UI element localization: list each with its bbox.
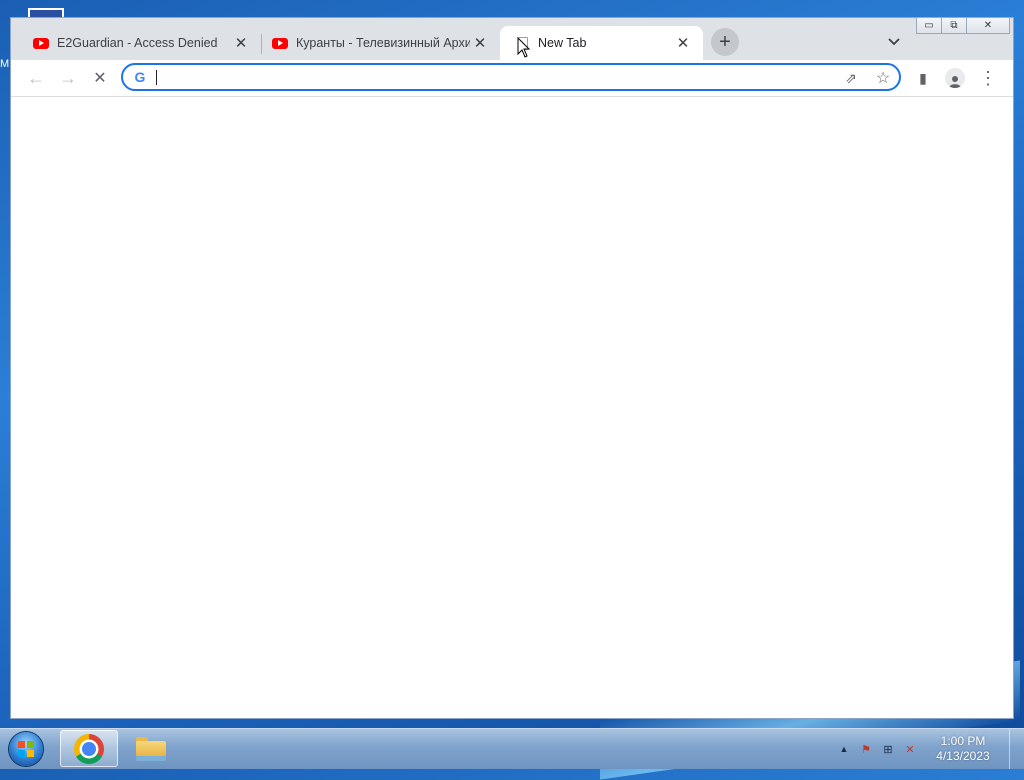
show-hidden-icons-icon[interactable]: ▲ — [833, 738, 855, 760]
taskbar: ▲ ⚑ ⊞ ✕ 1:00 PM 4/13/2023 — [0, 728, 1024, 769]
tab-e2guardian[interactable]: E2Guardian - Access Denied ✕ — [11, 26, 261, 60]
new-tab-button[interactable]: + — [711, 28, 739, 56]
profile-button[interactable] — [941, 64, 969, 92]
back-button[interactable]: ← — [22, 64, 50, 92]
chrome-icon — [74, 733, 104, 764]
side-panel-icon[interactable]: ▮ — [909, 64, 937, 92]
bookmark-star-icon[interactable]: ☆ — [873, 68, 893, 88]
tab-title: New Tab — [538, 36, 587, 50]
clock-date: 4/13/2023 — [936, 749, 990, 763]
kebab-menu-icon[interactable]: ⋮ — [974, 64, 1002, 92]
tab-close-icon[interactable]: ✕ — [231, 33, 251, 53]
mouse-cursor-icon — [517, 37, 531, 58]
forward-button[interactable]: → — [54, 64, 82, 92]
address-bar[interactable]: G ⇗ ☆ — [121, 63, 901, 91]
start-button[interactable] — [4, 730, 48, 768]
youtube-icon — [272, 37, 288, 49]
address-input[interactable] — [159, 68, 823, 88]
tab-title: E2Guardian - Access Denied — [57, 36, 218, 50]
tab-close-icon[interactable]: ✕ — [470, 33, 490, 53]
chevron-down-icon[interactable] — [885, 33, 903, 51]
volume-muted-icon[interactable]: ✕ — [899, 738, 921, 760]
text-caret — [156, 70, 157, 85]
window-controls: ▭ ⧉ ✕ — [916, 17, 1010, 35]
clock-time: 1:00 PM — [940, 734, 986, 748]
tab-close-icon[interactable]: ✕ — [673, 33, 693, 53]
taskbar-chrome[interactable] — [60, 730, 118, 767]
minimize-button[interactable]: ▭ — [916, 17, 942, 34]
show-desktop-button[interactable] — [1009, 729, 1024, 769]
profile-avatar-icon — [945, 68, 965, 88]
browser-window: E2Guardian - Access Denied ✕ Куранты - Т… — [11, 17, 1013, 718]
stop-loading-button[interactable]: ✕ — [86, 64, 114, 92]
folder-icon — [136, 736, 166, 761]
share-icon[interactable]: ⇗ — [841, 68, 861, 88]
windows-logo-icon — [9, 732, 43, 766]
tab-strip: E2Guardian - Access Denied ✕ Куранты - Т… — [11, 17, 1013, 60]
clock[interactable]: 1:00 PM 4/13/2023 — [921, 734, 1005, 764]
tab-title: Куранты - Телевизинный Архив — [296, 36, 470, 50]
taskbar-explorer[interactable] — [122, 730, 180, 767]
action-center-flag-icon[interactable]: ⚑ — [855, 738, 877, 760]
google-g-icon: G — [134, 69, 146, 85]
youtube-icon — [33, 37, 49, 49]
browser-toolbar: ← → ✕ G ⇗ ☆ ▮ ⋮ — [11, 60, 1013, 97]
page-content — [11, 97, 1013, 718]
restore-button[interactable]: ⧉ — [941, 17, 967, 34]
network-icon[interactable]: ⊞ — [877, 738, 899, 760]
system-tray: ▲ ⚑ ⊞ ✕ 1:00 PM 4/13/2023 — [833, 729, 1024, 769]
close-window-button[interactable]: ✕ — [966, 17, 1010, 34]
tab-kuranty[interactable]: Куранты - Телевизинный Архив ✕ — [250, 26, 500, 60]
